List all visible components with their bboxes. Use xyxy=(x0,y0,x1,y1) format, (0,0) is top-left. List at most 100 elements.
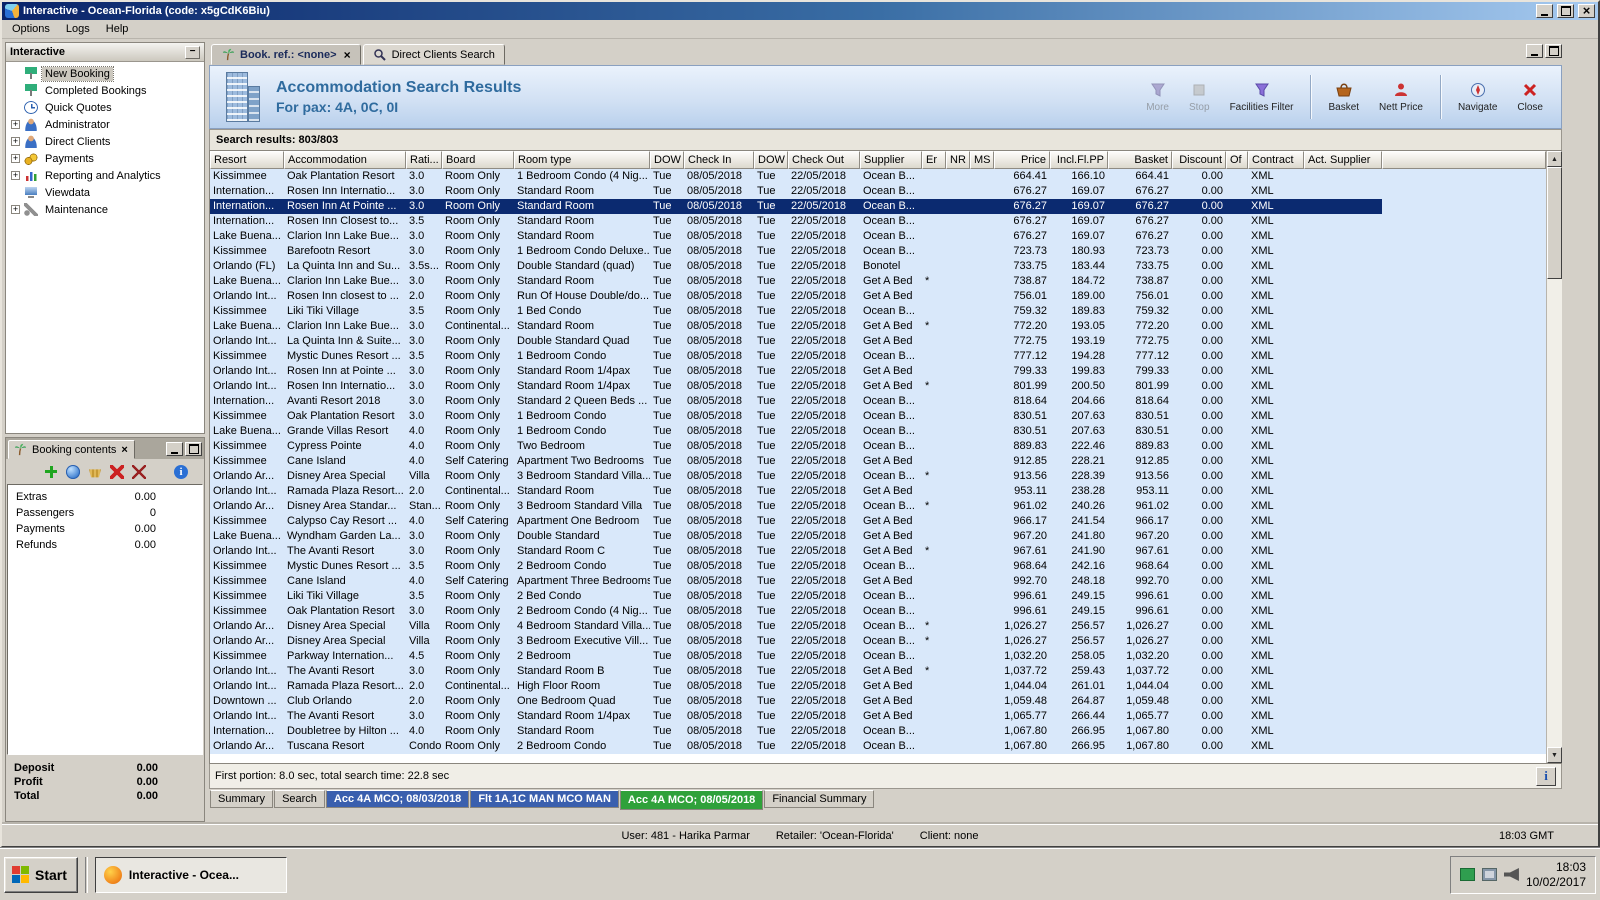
column-header-supplier[interactable]: Supplier xyxy=(860,151,922,169)
result-row[interactable]: Orlando Ar... Disney Area Special Villa Roo… xyxy=(210,469,1382,484)
volume-icon[interactable] xyxy=(1503,868,1519,881)
column-header-ms[interactable]: MS xyxy=(970,151,994,169)
delete-icon[interactable] xyxy=(110,464,124,479)
close-button[interactable] xyxy=(1578,4,1595,18)
close-button[interactable]: Close xyxy=(1509,78,1551,117)
result-row[interactable]: Lake Buena... Clarion Inn Lake Bue... 3.0 R… xyxy=(210,229,1382,244)
tree-expander[interactable]: + xyxy=(11,120,20,129)
booking-item-extras[interactable]: Extras 0.00 xyxy=(8,489,202,505)
close-icon[interactable]: × xyxy=(120,444,128,456)
booking-contents-tab[interactable]: Booking contents × xyxy=(8,440,135,459)
result-row[interactable]: Orlando Ar... Disney Area Standar... Stan.… xyxy=(210,499,1382,514)
tab-direct-clients-search[interactable]: Direct Clients Search xyxy=(362,44,505,65)
result-row[interactable]: Kissimmee Oak Plantation Resort 3.0 Room On… xyxy=(210,169,1382,184)
scroll-down-icon[interactable]: ▼ xyxy=(1547,747,1562,763)
result-row[interactable]: Internation... Rosen Inn Internatio... 3.0… xyxy=(210,184,1382,199)
result-row[interactable]: Kissimmee Oak Plantation Resort 3.0 Room On… xyxy=(210,604,1382,619)
sidebar-item-payments[interactable]: + Payments xyxy=(6,150,204,167)
result-row[interactable]: Internation... Avanti Resort 2018 3.0 Room … xyxy=(210,394,1382,409)
doc-minimize-button[interactable] xyxy=(1526,44,1543,58)
result-row[interactable]: Lake Buena... Clarion Inn Lake Bue... 3.0 C… xyxy=(210,319,1382,334)
result-row[interactable]: Kissimmee Mystic Dunes Resort ... 3.5 Room … xyxy=(210,349,1382,364)
tree-expander[interactable]: + xyxy=(11,137,20,146)
booking-item-payments[interactable]: Payments 0.00 xyxy=(8,521,202,537)
nett-price-button[interactable]: Nett Price xyxy=(1371,78,1431,117)
column-header-price[interactable]: Price xyxy=(994,151,1050,169)
result-row[interactable]: Kissimmee Cypress Pointe 4.0 Room Only Two B… xyxy=(210,439,1382,454)
navigate-button[interactable]: Navigate xyxy=(1450,78,1505,117)
clear-icon[interactable] xyxy=(132,464,146,479)
result-row[interactable]: Orlando Int... Rosen Inn closest to ... 2.… xyxy=(210,289,1382,304)
stop-button[interactable]: Stop xyxy=(1181,78,1218,117)
result-row[interactable]: Downtown ... Club Orlando 2.0 Room Only One … xyxy=(210,694,1382,709)
column-header-board[interactable]: Board xyxy=(442,151,514,169)
collapse-panel-button[interactable]: − xyxy=(185,45,200,59)
doc-restore-button[interactable] xyxy=(1545,44,1562,58)
result-row[interactable]: Orlando Int... La Quinta Inn & Suite... 3.… xyxy=(210,334,1382,349)
result-row[interactable]: Orlando Int... Ramada Plaza Resort... 2.0 C… xyxy=(210,484,1382,499)
result-row[interactable]: Kissimmee Barefootn Resort 3.0 Room Only 1 B… xyxy=(210,244,1382,259)
panel-maximize-button[interactable] xyxy=(185,442,202,456)
sidebar-item-maintenance[interactable]: + Maintenance xyxy=(6,201,204,218)
result-row[interactable]: Orlando Int... The Avanti Resort 3.0 Room O… xyxy=(210,544,1382,559)
bottom-tab-flt-1a-1c-man-mco-man[interactable]: Flt 1A,1C MAN MCO MAN xyxy=(470,790,619,808)
column-header-discount[interactable]: Discount xyxy=(1172,151,1226,169)
booking-item-refunds[interactable]: Refunds 0.00 xyxy=(8,537,202,553)
taskbar-task-button[interactable]: Interactive - Ocea... xyxy=(94,856,287,893)
globe-icon[interactable] xyxy=(66,464,80,479)
menu-help[interactable]: Help xyxy=(98,21,137,37)
result-row[interactable]: Kissimmee Liki Tiki Village 3.5 Room Only 2 … xyxy=(210,589,1382,604)
add-icon[interactable] xyxy=(44,464,58,479)
result-row[interactable]: Orlando Int... The Avanti Resort 3.0 Room O… xyxy=(210,664,1382,679)
bottom-tab-acc-4a-mco-08-03-2018[interactable]: Acc 4A MCO; 08/03/2018 xyxy=(325,790,470,808)
result-row[interactable]: Kissimmee Oak Plantation Resort 3.0 Room On… xyxy=(210,409,1382,424)
tree-expander[interactable]: + xyxy=(11,171,20,180)
sidebar-item-quick-quotes[interactable]: Quick Quotes xyxy=(6,99,204,116)
column-header-dow[interactable]: DOW xyxy=(754,151,788,169)
facilities-filter-button[interactable]: Facilities Filter xyxy=(1222,78,1302,117)
result-row[interactable]: Orlando Ar... Disney Area Special Villa Roo… xyxy=(210,634,1382,649)
result-row[interactable]: Lake Buena... Grande Villas Resort 4.0 Room… xyxy=(210,424,1382,439)
column-header-check-in[interactable]: Check In xyxy=(684,151,754,169)
column-header-dow[interactable]: DOW xyxy=(650,151,684,169)
tree-expander[interactable]: + xyxy=(11,154,20,163)
bottom-tab-summary[interactable]: Summary xyxy=(210,790,274,808)
vertical-scrollbar[interactable]: ▲ ▼ xyxy=(1546,151,1562,763)
panel-minimize-button[interactable] xyxy=(166,442,183,456)
result-row[interactable]: Lake Buena... Clarion Inn Lake Bue... 3.0 R… xyxy=(210,274,1382,289)
column-header-incl-fl-pp[interactable]: Incl.Fl.PP xyxy=(1050,151,1108,169)
result-row[interactable]: Orlando Int... Rosen Inn at Pointe ... 3.0… xyxy=(210,364,1382,379)
result-row[interactable]: Internation... Rosen Inn At Pointe ... 3.0… xyxy=(210,199,1382,214)
result-row[interactable]: Kissimmee Cane Island 4.0 Self Catering Apar… xyxy=(210,574,1382,589)
bottom-tab-search[interactable]: Search xyxy=(274,790,325,808)
sidebar-item-reporting-and-analytics[interactable]: + Reporting and Analytics xyxy=(6,167,204,184)
bottom-tab-acc-4a-mco-08-05-2018[interactable]: Acc 4A MCO; 08/05/2018 xyxy=(619,790,764,810)
result-row[interactable]: Orlando Ar... Tuscana Resort Condo Room Onl… xyxy=(210,739,1382,754)
column-header-rati[interactable]: Rati... xyxy=(406,151,442,169)
column-header-of[interactable]: Of xyxy=(1226,151,1248,169)
sidebar-item-direct-clients[interactable]: + Direct Clients xyxy=(6,133,204,150)
result-row[interactable]: Orlando (FL) La Quinta Inn and Su... 3.5s.… xyxy=(210,259,1382,274)
maximize-button[interactable] xyxy=(1557,4,1574,18)
column-header-nr[interactable]: NR xyxy=(946,151,970,169)
basket-button[interactable]: Basket xyxy=(1320,78,1367,117)
menu-options[interactable]: Options xyxy=(4,21,58,37)
result-row[interactable]: Internation... Doubletree by Hilton ... 4.… xyxy=(210,724,1382,739)
start-button[interactable]: Start xyxy=(4,856,78,893)
result-row[interactable]: Kissimmee Parkway Internation... 4.5 Room O… xyxy=(210,649,1382,664)
result-row[interactable]: Kissimmee Cane Island 4.0 Self Catering Apar… xyxy=(210,454,1382,469)
tray-clock[interactable]: 18:03 10/02/2017 xyxy=(1526,860,1586,890)
column-header-contract[interactable]: Contract xyxy=(1248,151,1304,169)
sidebar-item-new-booking[interactable]: New Booking xyxy=(6,65,204,82)
info-icon[interactable] xyxy=(174,464,188,479)
menu-logs[interactable]: Logs xyxy=(58,21,98,37)
bottom-tab-financial-summary[interactable]: Financial Summary xyxy=(764,790,875,808)
display-icon[interactable] xyxy=(1481,868,1497,881)
result-row[interactable]: Lake Buena... Wyndham Garden La... 3.0 Room… xyxy=(210,529,1382,544)
minimize-button[interactable] xyxy=(1536,4,1553,18)
result-row[interactable]: Orlando Int... The Avanti Resort 3.0 Room O… xyxy=(210,709,1382,724)
column-header-er[interactable]: Er xyxy=(922,151,946,169)
scroll-up-icon[interactable]: ▲ xyxy=(1547,151,1562,167)
result-row[interactable]: Kissimmee Liki Tiki Village 3.5 Room Only 1 … xyxy=(210,304,1382,319)
result-row[interactable]: Orlando Ar... Disney Area Special Villa Roo… xyxy=(210,619,1382,634)
